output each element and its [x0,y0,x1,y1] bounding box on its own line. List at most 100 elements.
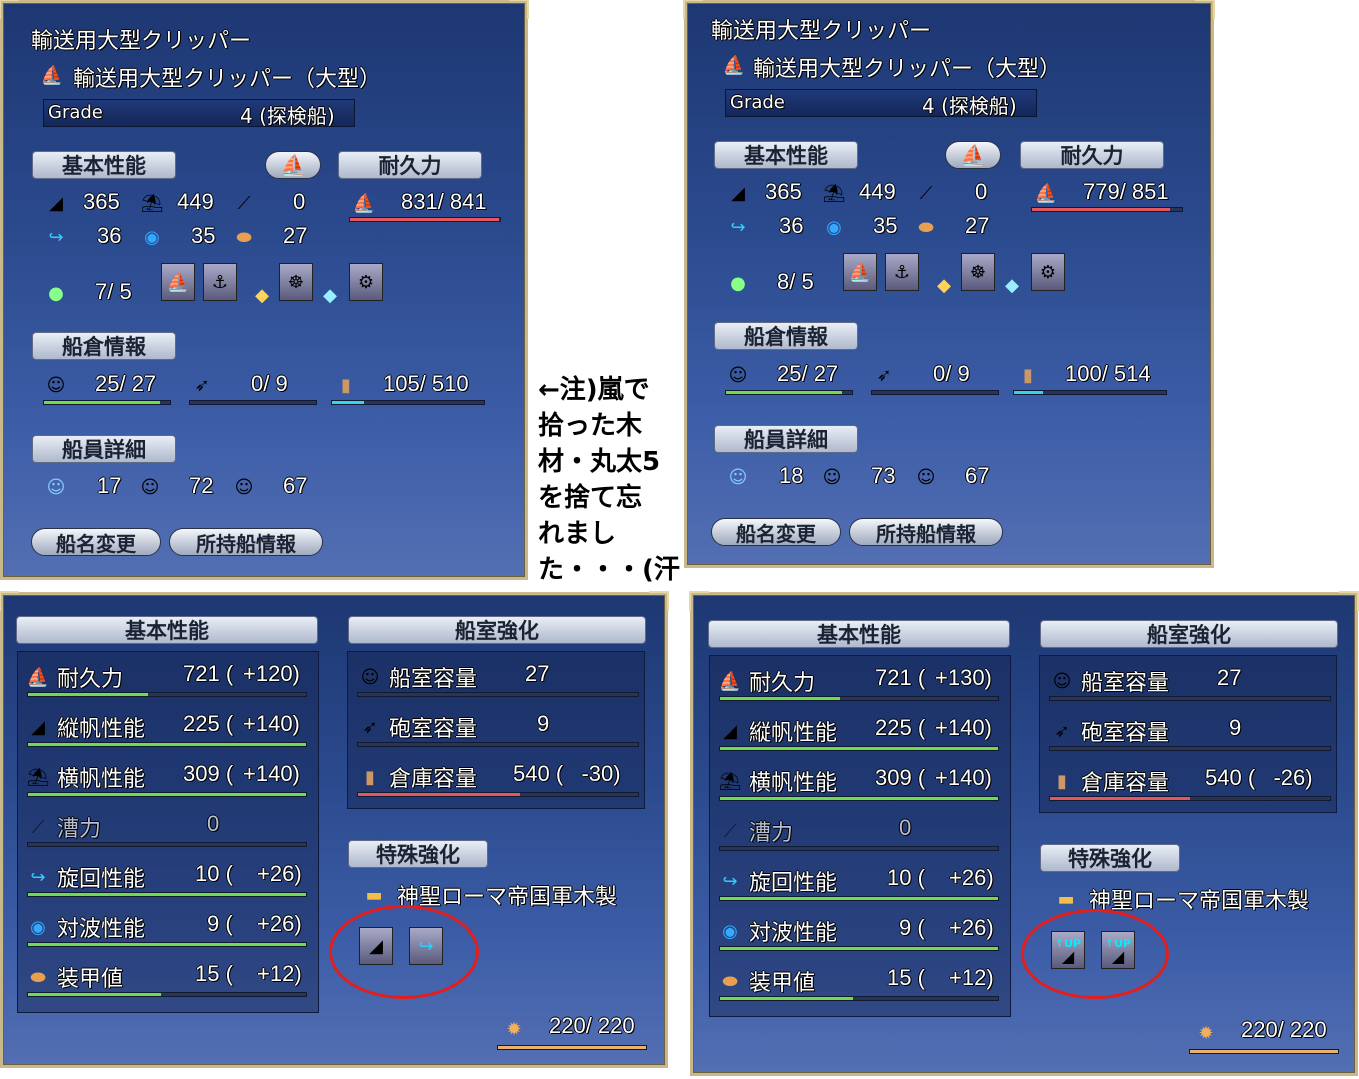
row-label: 装甲値 [57,967,124,992]
hold-cargo-bar [331,400,485,405]
row-label: 横帆性能 [749,771,838,796]
stat-wave: 35 [191,223,216,248]
row-label: 装甲値 [749,971,816,996]
ship-icon: ⛵ [40,64,64,86]
row-bonus: +120) [243,661,300,686]
stat-turn: 36 [779,213,804,238]
row-bar [27,792,307,797]
cabin-value: 27 [1217,665,1242,690]
cabin-label: 砲室容量 [389,717,478,742]
row-value: 0 [207,811,220,836]
figurehead-slot[interactable]: ⚓ [885,253,919,291]
steering-slot[interactable]: ☸ [961,253,995,291]
section-basic-header: 基本性能 [17,617,317,643]
annotation-note: ←注)嵐で 拾った木 材・丸太5 を捨て忘 れまし た・・・(汗 [538,372,680,588]
hold-cannon-bar [189,400,317,405]
row-bar [719,796,999,801]
row-bonus: +12) [949,965,994,990]
ship-class-label: 輸送用大型クリッパー [711,19,932,44]
crew-stat-2: 72 [189,473,214,498]
ship-name-label: 輸送用大型クリッパー（大型） [73,67,382,92]
turn-arrow-icon: ↪ [30,866,46,888]
armor-icon: ⬬ [30,966,46,988]
row-bar [719,846,999,851]
row-label: 対波性能 [57,917,146,942]
barrel-icon: ▮ [1023,364,1033,386]
grade-value: 4 (探検船) [240,104,335,128]
row-bar [27,942,307,947]
gem-icon: ◆ [1005,274,1019,296]
row-value: 721 ( [183,661,234,686]
gem-icon: ◆ [937,274,951,296]
owned-ship-info-button[interactable]: 所持船情報 [849,518,1003,546]
row-bonus: +26) [949,865,994,890]
cannon-slot[interactable]: ⚙ [349,263,383,301]
ship-view-button[interactable]: ⛵ [945,141,1001,169]
ship-view-button[interactable]: ⛵ [265,151,321,179]
highlight-circle [329,905,479,999]
owned-ship-info-button[interactable]: 所持船情報 [169,528,323,556]
ship-window-top-left: 輸送用大型クリッパー ⛵ 輸送用大型クリッパー（大型） Grade 4 (探検船… [0,0,529,580]
ship-name-label: 輸送用大型クリッパー（大型） [753,57,1062,82]
grade-value: 4 (探検船) [922,94,1017,118]
hold-crew-bar [725,390,853,395]
medal-icon: ● [730,272,746,294]
ship-icon: ⛵ [718,670,742,692]
stat-sail-vertical: 365 [765,179,802,204]
cabin-bar [357,692,639,697]
square-sail-icon: ⛱ [822,182,846,204]
rename-ship-button[interactable]: 船名変更 [711,518,841,546]
row-bar [719,996,999,1001]
upgrade-window-bottom-left: 基本性能 船室強化 ⛵ 耐久力 721 ( +120) ◢ 縦帆性能 225 (… [0,591,669,1068]
section-basic-header: 基本性能 [33,152,175,178]
section-hold-header: 船倉情報 [715,323,857,349]
cabin-value: 9 [537,711,550,736]
durability-value: 779/ 851 [1083,179,1169,204]
cabin-value: 27 [525,661,550,686]
cannon-icon: ➶ [876,364,892,386]
stat-sail-horizontal: 449 [859,179,896,204]
wave-icon: ◉ [144,226,160,248]
note-line: れまし [538,519,617,549]
row-label: 横帆性能 [57,767,146,792]
stat-armor: 27 [965,213,990,238]
upgrade-slot[interactable]: ⛵ [161,263,195,301]
crew-stat-1: 18 [779,463,804,488]
turn-arrow-icon: ↪ [48,226,64,248]
row-label: 縦帆性能 [749,721,838,746]
triangle-sail-icon: ◢ [731,182,745,204]
sailor-icon: ☺ [140,476,160,498]
wood-icon: ▬ [365,884,383,906]
triangle-sail-icon: ◢ [49,192,63,214]
triangle-sail-icon: ◢ [723,720,737,742]
ship-icon: ⛵ [960,143,986,167]
figurehead-slot[interactable]: ⚓ [203,263,237,301]
row-bar [27,842,307,847]
section-crew-header: 船員詳細 [33,436,175,462]
cannon-slot[interactable]: ⚙ [1031,253,1065,291]
row-label: 耐久力 [57,667,124,692]
sailor-icon: ☺ [822,466,842,488]
oar-icon: ⟋ [919,182,933,204]
grade-box: Grade 4 (探検船) [43,99,355,128]
wave-icon: ◉ [30,916,46,938]
row-value: 9 ( [207,911,233,936]
steering-slot[interactable]: ☸ [279,263,313,301]
skill-slots: 8/ 5 [777,269,814,294]
barrel-icon: ▮ [1057,770,1067,792]
row-value: 15 ( [887,965,925,990]
rename-ship-button[interactable]: 船名変更 [31,528,161,556]
grade-box: Grade 4 (探検船) [725,89,1037,118]
section-crew-header: 船員詳細 [715,426,857,452]
stat-armor: 27 [283,223,308,248]
wave-icon: ◉ [722,920,738,942]
upgrade-slot[interactable]: ⛵ [843,253,877,291]
section-basic-header: 基本性能 [715,142,857,168]
cabin-bar [357,742,639,747]
row-value: 10 ( [195,861,233,886]
cabin-label: 船室容量 [389,667,478,692]
row-bar [719,746,999,751]
row-bonus: +26) [949,915,994,940]
upgrade-points: 220/ 220 [1241,1017,1327,1042]
armor-icon: ⬬ [722,970,738,992]
